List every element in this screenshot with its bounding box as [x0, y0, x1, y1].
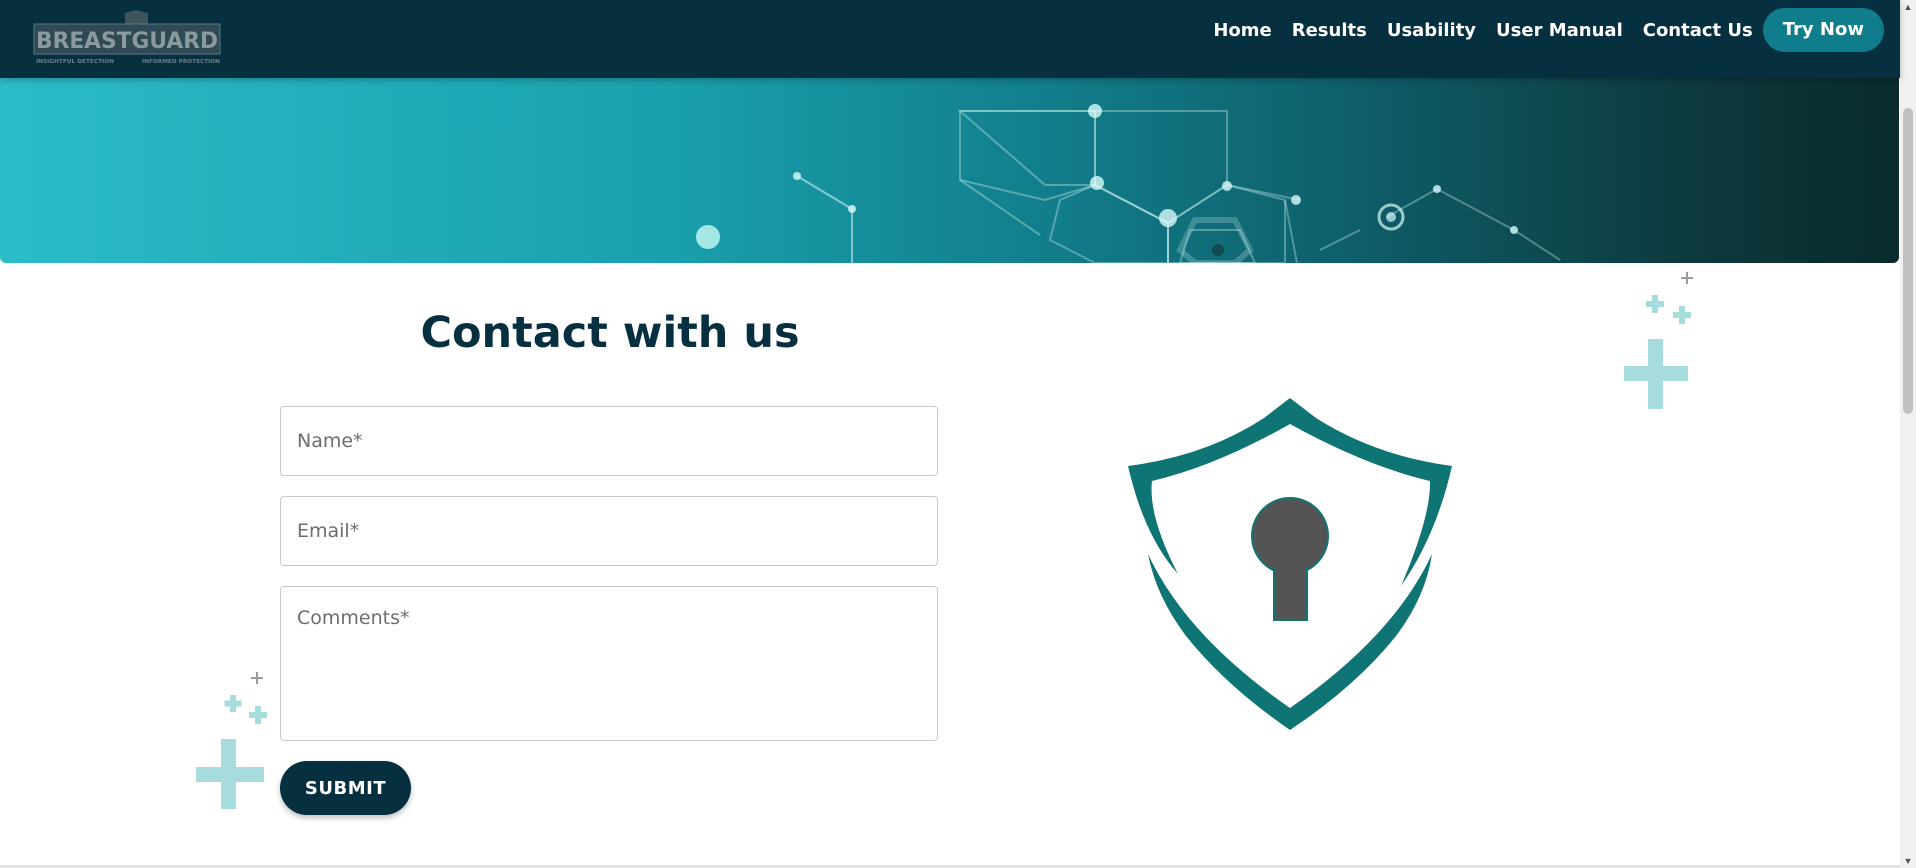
name-input[interactable]: [280, 406, 938, 476]
nav-results[interactable]: Results: [1292, 20, 1367, 41]
try-now-button[interactable]: Try Now: [1762, 8, 1884, 52]
plus-icon: [224, 695, 242, 712]
scrollbar-thumb[interactable]: [1903, 108, 1913, 414]
plus-icon: [249, 706, 267, 724]
scroll-down-arrow-icon[interactable]: ▼: [1900, 854, 1916, 868]
contact-heading: Contact with us: [420, 308, 800, 358]
plus-decoration-right: [1624, 272, 1693, 409]
submit-button[interactable]: SUBMIT: [280, 761, 411, 815]
nav-user-manual[interactable]: User Manual: [1496, 20, 1623, 41]
main-nav: Home Results Usability User Manual Conta…: [1213, 8, 1884, 52]
vertical-scrollbar[interactable]: ▲ ▼: [1900, 0, 1916, 868]
logo-tagline-left: INSIGHTFUL DETECTION: [36, 59, 114, 65]
scroll-up-arrow-icon[interactable]: ▲: [1900, 0, 1916, 14]
hero-banner: [0, 60, 1899, 263]
molecular-network-graphic: [696, 104, 1561, 263]
comments-textarea[interactable]: [280, 586, 938, 741]
logo-wordmark: BREASTGUARD: [36, 29, 218, 54]
plus-icon: [1673, 306, 1691, 324]
nav-contact-us[interactable]: Contact Us: [1643, 20, 1753, 41]
nav-usability[interactable]: Usability: [1387, 20, 1476, 41]
plus-decoration-left: [196, 672, 267, 809]
nav-home[interactable]: Home: [1213, 20, 1271, 41]
shield-keyhole-icon: [1128, 398, 1452, 730]
logo-tagline-right: INFORMED PROTECTION: [142, 59, 220, 65]
plus-icon: [196, 739, 264, 809]
plus-icon: [1681, 272, 1693, 284]
breastguard-logo[interactable]: BREASTGUARD INSIGHTFUL DETECTION INFORME…: [32, 10, 222, 66]
plus-icon: [1646, 295, 1664, 313]
site-header: BREASTGUARD INSIGHTFUL DETECTION INFORME…: [0, 0, 1900, 78]
plus-icon: [251, 672, 263, 684]
email-input[interactable]: [280, 496, 938, 566]
plus-icon: [1624, 339, 1688, 409]
